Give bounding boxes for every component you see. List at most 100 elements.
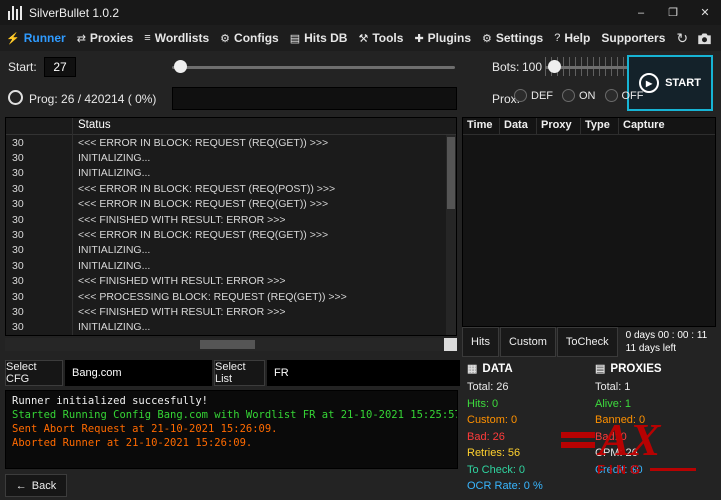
nav-settings[interactable]: ⚙ Settings — [482, 31, 543, 45]
vertical-scrollbar-thumb[interactable] — [447, 137, 455, 209]
stat-bad: Bad: 26 — [467, 430, 505, 443]
stat-hits: Hits: 0 — [467, 397, 499, 410]
log-row[interactable]: 30 INITIALIZING... — [6, 166, 446, 181]
log-row[interactable]: 30 INITIALIZING... — [6, 243, 446, 258]
runner-icon: ⚡ — [6, 32, 20, 45]
proxy-mode-group: DEF ON OFF — [514, 89, 644, 102]
bots-value: 100 — [522, 60, 543, 74]
title-bar: SilverBullet 1.0.2 – ❐ ✕ — [0, 0, 721, 25]
nav-tools[interactable]: ⚒ Tools — [358, 31, 403, 45]
stat-custom: Custom: 0 — [467, 414, 518, 426]
tab-custom[interactable]: Custom — [499, 327, 556, 357]
start-label: Start: — [8, 60, 37, 74]
history-icon[interactable]: ↻ — [676, 30, 688, 47]
nav-hits-db[interactable]: ▤ Hits DB — [290, 31, 348, 45]
horizontal-scrollbar[interactable] — [5, 338, 457, 351]
start-slider-track — [172, 66, 455, 69]
log-row[interactable]: 30 <<< FINISHED WITH RESULT: ERROR >>> — [6, 274, 446, 289]
log-row[interactable]: 30 <<< ERROR IN BLOCK: REQUEST (REQ(GET))… — [6, 135, 446, 150]
start-slider[interactable] — [172, 60, 455, 73]
prox-option-off[interactable]: OFF — [604, 89, 644, 102]
progress-bar — [172, 87, 457, 110]
close-button[interactable]: ✕ — [689, 0, 721, 25]
elapsed-timer: 0 days 00 : 00 : 11 — [625, 330, 708, 341]
progress-label: Prog: 26 / 420214 ( 0%) — [29, 92, 157, 106]
radio-icon — [604, 89, 618, 102]
tab-hits[interactable]: Hits — [462, 327, 499, 357]
nav-proxies[interactable]: ⇄ Proxies — [77, 31, 134, 45]
bots-slider-thumb[interactable] — [548, 60, 561, 73]
console-line: Runner initialized succesfully! — [12, 395, 208, 407]
bots-slider[interactable] — [545, 57, 631, 76]
bot-status-rows: 30 <<< ERROR IN BLOCK: REQUEST (REQ(GET))… — [6, 135, 446, 335]
nav-supporters[interactable]: Supporters — [601, 31, 665, 45]
progress-radio-icon[interactable] — [8, 90, 23, 105]
proxies-icon: ⇄ — [76, 32, 86, 45]
start-button[interactable]: ▶ START — [627, 55, 713, 111]
log-row[interactable]: 30 <<< FINISHED WITH RESULT: ERROR >>> — [6, 212, 446, 227]
radio-icon — [562, 89, 575, 102]
nav-help[interactable]: ? Help — [554, 31, 590, 45]
select-list-button[interactable]: Select List — [214, 360, 265, 386]
configs-icon: ⚙ — [220, 32, 231, 45]
wordlist-name-input[interactable] — [267, 360, 460, 386]
data-stats: ▦ DATA Total: 26 Hits: 0 Custom: 0 Bad: 26 Re… — [467, 362, 543, 495]
time-column-header: Time — [463, 118, 500, 134]
log-row[interactable]: 30 <<< PROCESSING BLOCK: REQUEST (REQ(GET… — [6, 289, 446, 304]
vertical-scrollbar[interactable] — [446, 135, 456, 335]
stat-proxy-bad: Bad: 0 — [595, 430, 627, 443]
app-window: SilverBullet 1.0.2 – ❐ ✕ ⚡ Runner ⇄ Proxie… — [0, 0, 721, 500]
camera-icon[interactable] — [697, 32, 712, 45]
app-logo-icon — [8, 5, 22, 20]
data-column-header: Data — [500, 118, 537, 134]
prox-option-def[interactable]: DEF — [514, 89, 553, 102]
tools-icon: ⚒ — [358, 32, 369, 45]
plugins-icon: ✚ — [414, 32, 424, 45]
stat-total: Total: 26 — [467, 381, 509, 393]
bots-label: Bots: — [492, 60, 520, 74]
hits-db-icon: ▤ — [289, 32, 301, 45]
back-button[interactable]: ← Back — [5, 474, 67, 497]
start-input[interactable] — [44, 57, 76, 77]
days-left-label: 11 days left — [625, 343, 677, 354]
stat-proxy-credit: Credit: $0 — [595, 463, 643, 476]
prox-option-on[interactable]: ON — [562, 89, 596, 102]
select-cfg-button[interactable]: Select CFG — [5, 360, 63, 386]
nav-wordlists[interactable]: ≡ Wordlists — [144, 31, 209, 45]
log-row[interactable]: 30 <<< ERROR IN BLOCK: REQUEST (REQ(POST)… — [6, 181, 446, 196]
log-row[interactable]: 30 <<< FINISHED WITH RESULT: ERROR >>> — [6, 304, 446, 319]
cfg-name-input[interactable] — [65, 360, 212, 386]
help-icon: ? — [554, 32, 561, 44]
log-row[interactable]: 30 INITIALIZING... — [6, 258, 446, 273]
nav-plugins[interactable]: ✚ Plugins — [414, 31, 471, 45]
type-column-header: Type — [581, 118, 619, 134]
nav-runner[interactable]: ⚡ Runner — [6, 31, 66, 45]
tab-tocheck[interactable]: ToCheck — [556, 327, 618, 357]
console-line: Started Running Config Bang.com with Wor… — [12, 409, 458, 421]
log-row[interactable]: 30 <<< ERROR IN BLOCK: REQUEST (REQ(GET))… — [6, 197, 446, 212]
horizontal-scrollbar-thumb[interactable] — [200, 340, 255, 349]
radio-icon — [514, 89, 527, 102]
stat-proxy-alive: Alive: 1 — [595, 397, 632, 410]
runner-log-console[interactable]: Runner initialized succesfully! Started … — [5, 390, 458, 469]
hits-table: Time Data Proxy Type Capture — [462, 117, 716, 327]
console-line: Sent Abort Request at 21-10-2021 15:26:0… — [12, 423, 278, 435]
timer-block: 0 days 00 : 00 : 11 11 days left — [626, 327, 708, 357]
capture-column-header: Capture — [623, 119, 665, 131]
log-row[interactable]: 30 INITIALIZING... — [6, 150, 446, 165]
log-row[interactable]: 30 <<< ERROR IN BLOCK: REQUEST (REQ(GET))… — [6, 227, 446, 242]
main-menu: ⚡ Runner ⇄ Proxies ≡ Wordlists ⚙ Configs ▤ Hi… — [0, 25, 721, 51]
stat-proxy-total: Total: 1 — [595, 381, 631, 393]
bot-status-table: Status 30 <<< ERROR IN BLOCK: REQUEST (RE… — [5, 117, 457, 336]
maximize-button[interactable]: ❐ — [657, 0, 689, 25]
status-column-header: Status — [78, 119, 111, 131]
proxy-stats: ▤ PROXIES Total: 1 Alive: 1 Banned: 0 Bad: 0 … — [595, 362, 662, 478]
back-arrow-icon: ← — [15, 479, 27, 492]
minimize-button[interactable]: – — [625, 0, 657, 25]
hits-tabs: Hits Custom ToCheck 0 days 00 : 00 : 11 … — [462, 327, 716, 357]
stat-proxy-banned: Banned: 0 — [595, 414, 646, 426]
start-slider-thumb[interactable] — [174, 60, 187, 73]
nav-configs[interactable]: ⚙ Configs — [220, 31, 279, 45]
log-row[interactable]: 30 INITIALIZING... — [6, 320, 446, 335]
runner-controls: Start: Bots: 100 ▶ START Prog: 26 / 4202… — [0, 51, 721, 117]
